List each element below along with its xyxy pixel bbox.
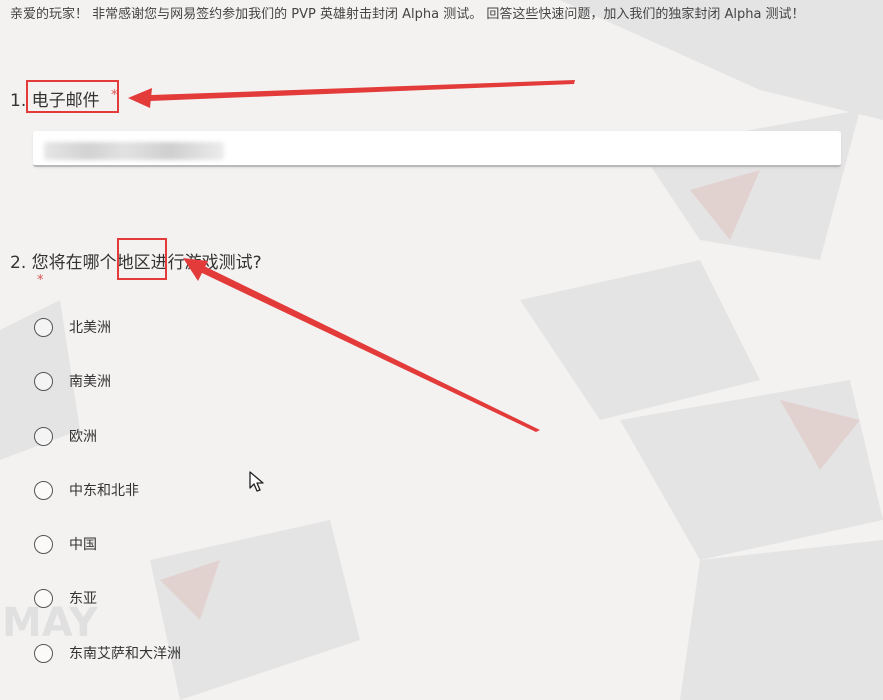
option-label: 南美洲	[69, 374, 111, 391]
redacted-email-value	[44, 142, 224, 160]
region-option-europe[interactable]: 欧洲	[34, 426, 181, 481]
option-label: 东南艾萨和大洋洲	[69, 645, 181, 662]
arrow-to-email-label	[128, 80, 575, 108]
option-label: 北美洲	[69, 320, 111, 336]
mouse-cursor-icon	[249, 471, 264, 492]
radio-button[interactable]	[34, 643, 53, 663]
question-2-label-suffix: 进行游戏测试?	[150, 253, 262, 273]
radio-button[interactable]	[34, 318, 53, 337]
radio-button[interactable]	[34, 372, 53, 392]
option-label: 欧洲	[69, 428, 97, 445]
question-1-number: 1.	[10, 91, 27, 111]
highlight-box-region	[117, 238, 167, 280]
region-option-southeast-asia-oceania[interactable]: 东南艾萨和大洋洲	[34, 643, 181, 698]
option-label: 东亚	[69, 591, 97, 608]
region-options: 北美洲 南美洲 欧洲 中东和北非 中国 东亚 东南艾萨和大洋洲	[34, 318, 181, 698]
question-2-required-mark: *	[37, 273, 44, 288]
option-label: 中东和北非	[69, 482, 139, 499]
intro-text: 亲爱的玩家！ 非常感谢您与网易签约参加我们的 PVP 英雄射击封闭 Alpha …	[10, 7, 805, 22]
region-option-east-asia[interactable]: 东亚	[34, 589, 181, 643]
radio-button[interactable]	[34, 589, 53, 609]
arrow-to-region-label	[183, 258, 540, 432]
region-option-china[interactable]: 中国	[34, 535, 181, 589]
highlight-box-email	[26, 80, 119, 113]
radio-button[interactable]	[34, 426, 53, 446]
region-option-mena[interactable]: 中东和北非	[34, 480, 181, 535]
radio-button[interactable]	[34, 480, 53, 500]
question-2-number: 2.	[10, 253, 27, 273]
region-option-north-america[interactable]: 北美洲	[34, 318, 181, 372]
option-label: 中国	[69, 537, 97, 554]
radio-button[interactable]	[34, 535, 53, 555]
region-option-south-america[interactable]: 南美洲	[34, 372, 181, 426]
question-2-label-prefix: 您将在哪个	[31, 253, 117, 273]
